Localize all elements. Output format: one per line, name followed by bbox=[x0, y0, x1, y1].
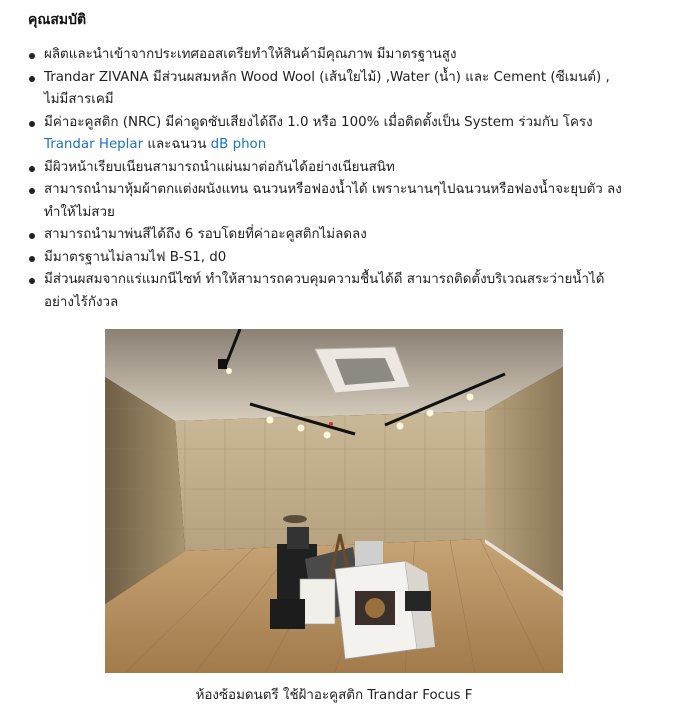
db-phon-link[interactable]: dB phon bbox=[211, 137, 267, 152]
feature-item: มีส่วนผสมจากแร่แมกนีไซท์ ทำให้สามารถควบค… bbox=[26, 269, 636, 314]
feature-text: มีค่าอะคูสติก (NRC) มีค่าดูดซับเสียงได้ถ… bbox=[44, 114, 593, 130]
section-heading: คุณสมบัติ bbox=[28, 12, 87, 28]
music-room-photo bbox=[105, 329, 563, 673]
feature-item: สามารถนำมาพ่นสีได้ถึง 6 รอบโดยที่ค่าอะคู… bbox=[26, 224, 636, 247]
feature-item: สามารถนำมาหุ้มผ้าตกแต่งผนังแทน ฉนวนหรือฟ… bbox=[26, 179, 636, 224]
feature-item: Trandar ZIVANA มีส่วนผสมหลัก Wood Wool (… bbox=[26, 67, 636, 112]
feature-item: มีค่าอะคูสติก (NRC) มีค่าดูดซับเสียงได้ถ… bbox=[26, 112, 636, 157]
photo-caption: ห้องซ้อมดนตรี ใช้ฝ้าอะคูสติก Trandar Foc… bbox=[195, 688, 473, 703]
feature-item: ผลิตและนำเข้าจากประเทศออสเตรียทำให้สินค้… bbox=[26, 44, 636, 67]
feature-item: มีผิวหน้าเรียบเนียนสามารถนำแผ่นมาต่อกันไ… bbox=[26, 157, 636, 180]
feature-list: ผลิตและนำเข้าจากประเทศออสเตรียทำให้สินค้… bbox=[26, 44, 636, 314]
feature-item: มีมาตรฐานไม่ลามไฟ B-S1, d0 bbox=[26, 247, 636, 270]
feature-text: และฉนวน bbox=[143, 137, 211, 152]
trandar-heplar-link[interactable]: Trandar Heplar bbox=[44, 137, 143, 152]
